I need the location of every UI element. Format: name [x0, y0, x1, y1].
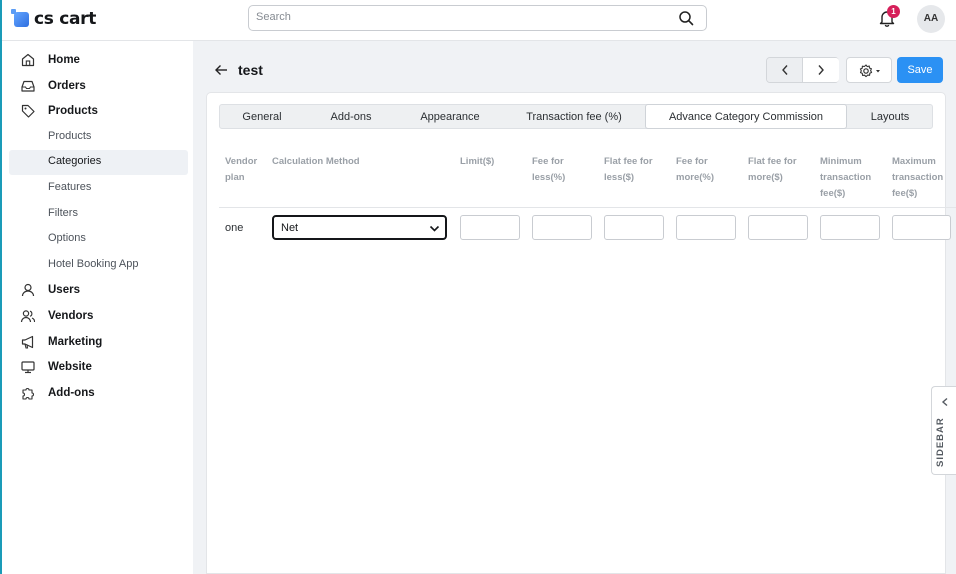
search-icon[interactable]: [678, 10, 694, 26]
table-divider: [219, 207, 956, 208]
flat-fee-less-input[interactable]: [604, 215, 664, 240]
back-arrow-icon[interactable]: [214, 63, 228, 77]
sidebar-nav: Home Orders Products Products Categories…: [2, 41, 193, 574]
logo-mark-icon: [11, 8, 29, 27]
calculation-method-select[interactable]: Net: [272, 215, 447, 240]
col-header-vendor-plan: Vendor plan: [225, 156, 258, 183]
sidebar-item-label: Vendors: [48, 310, 94, 322]
col-header-limit: Limit($): [460, 156, 495, 167]
col-header-max-fee: Maximum transaction fee($): [892, 156, 944, 199]
vendor-plan-cell: one: [225, 222, 244, 234]
save-button[interactable]: Save: [897, 57, 943, 83]
sidebar-item-vendors[interactable]: Vendors: [2, 304, 193, 328]
tab-layouts[interactable]: Layouts: [850, 105, 930, 128]
sidebar-item-label: Marketing: [48, 336, 103, 348]
col-header-fee-more: Fee for more(%): [676, 156, 715, 183]
search-input[interactable]: [256, 11, 656, 23]
fee-less-input[interactable]: [532, 215, 592, 240]
chevron-left-icon: [941, 397, 948, 407]
logo[interactable]: cs cart: [11, 8, 97, 29]
tab-transaction-fee[interactable]: Transaction fee (%): [506, 105, 642, 128]
notification-badge: 1: [887, 5, 900, 18]
top-bar: cs cart: [2, 0, 956, 41]
sidebar-sub-options[interactable]: Options: [48, 232, 86, 244]
sidebar-sub-features[interactable]: Features: [48, 181, 91, 193]
logo-text: cs cart: [34, 9, 97, 29]
chevron-right-icon: [818, 65, 824, 75]
select-value: Net: [281, 222, 299, 234]
settings-dropdown-button[interactable]: [846, 57, 892, 83]
pager: [766, 57, 839, 83]
sidebar-sub-filters[interactable]: Filters: [48, 207, 78, 219]
col-header-min-fee: Minimum transaction fee($): [820, 156, 872, 199]
vendors-icon: [20, 310, 36, 323]
tab-advance-category-commission[interactable]: Advance Category Commission: [645, 104, 847, 129]
tab-bar: General Add-ons Appearance Transaction f…: [219, 104, 933, 129]
page-title: test: [238, 62, 263, 78]
limit-input[interactable]: [460, 215, 520, 240]
sidebar-item-label: Orders: [48, 80, 86, 92]
fee-more-input[interactable]: [676, 215, 736, 240]
puzzle-icon: [22, 388, 34, 400]
tab-appearance[interactable]: Appearance: [398, 105, 502, 128]
flat-fee-more-input[interactable]: [748, 215, 808, 240]
sidebar-item-label: Add-ons: [48, 387, 95, 399]
sidebar-item-orders[interactable]: Orders: [2, 74, 193, 98]
sidebar-item-addons[interactable]: Add-ons: [2, 381, 193, 405]
sidebar-item-products[interactable]: Products: [2, 99, 193, 123]
avatar[interactable]: AA: [917, 5, 945, 33]
megaphone-icon: [21, 335, 34, 349]
sidebar-sub-hotel-booking[interactable]: Hotel Booking App: [48, 258, 139, 270]
sidebar-item-website[interactable]: Website: [2, 355, 193, 379]
sidebar-item-label: Website: [48, 361, 92, 373]
chevron-left-icon: [782, 65, 788, 75]
sidebar-item-label: Users: [48, 284, 80, 296]
prev-button[interactable]: [767, 58, 803, 82]
sidebar-toggle[interactable]: SIDEBAR: [931, 386, 956, 475]
col-header-calculation-method: Calculation Method: [272, 156, 360, 167]
col-header-flat-more: Flat fee for more($): [748, 156, 797, 183]
sidebar-item-marketing[interactable]: Marketing: [2, 330, 193, 354]
sidebar-item-home[interactable]: Home: [2, 48, 193, 72]
sidebar-sub-categories[interactable]: Categories: [48, 155, 101, 167]
sidebar-sub-products[interactable]: Products: [48, 130, 91, 142]
gear-icon: [859, 64, 880, 78]
tab-general[interactable]: General: [220, 105, 304, 128]
inbox-icon: [21, 80, 35, 92]
min-transaction-fee-input[interactable]: [820, 215, 880, 240]
tag-icon: [21, 104, 35, 118]
chevron-down-icon: [429, 225, 440, 232]
sidebar-item-label: Home: [48, 54, 80, 66]
sidebar-item-users[interactable]: Users: [2, 278, 193, 302]
search-box[interactable]: [248, 5, 707, 31]
tab-addons[interactable]: Add-ons: [307, 105, 395, 128]
home-icon: [21, 53, 35, 67]
sidebar-toggle-label: SIDEBAR: [935, 417, 946, 467]
col-header-fee-less: Fee for less(%): [532, 156, 566, 183]
sidebar-item-label: Products: [48, 105, 98, 117]
user-icon: [21, 283, 35, 297]
col-header-flat-less: Flat fee for less($): [604, 156, 653, 183]
next-button[interactable]: [803, 58, 839, 82]
max-transaction-fee-input[interactable]: [892, 215, 951, 240]
monitor-icon: [21, 361, 35, 374]
